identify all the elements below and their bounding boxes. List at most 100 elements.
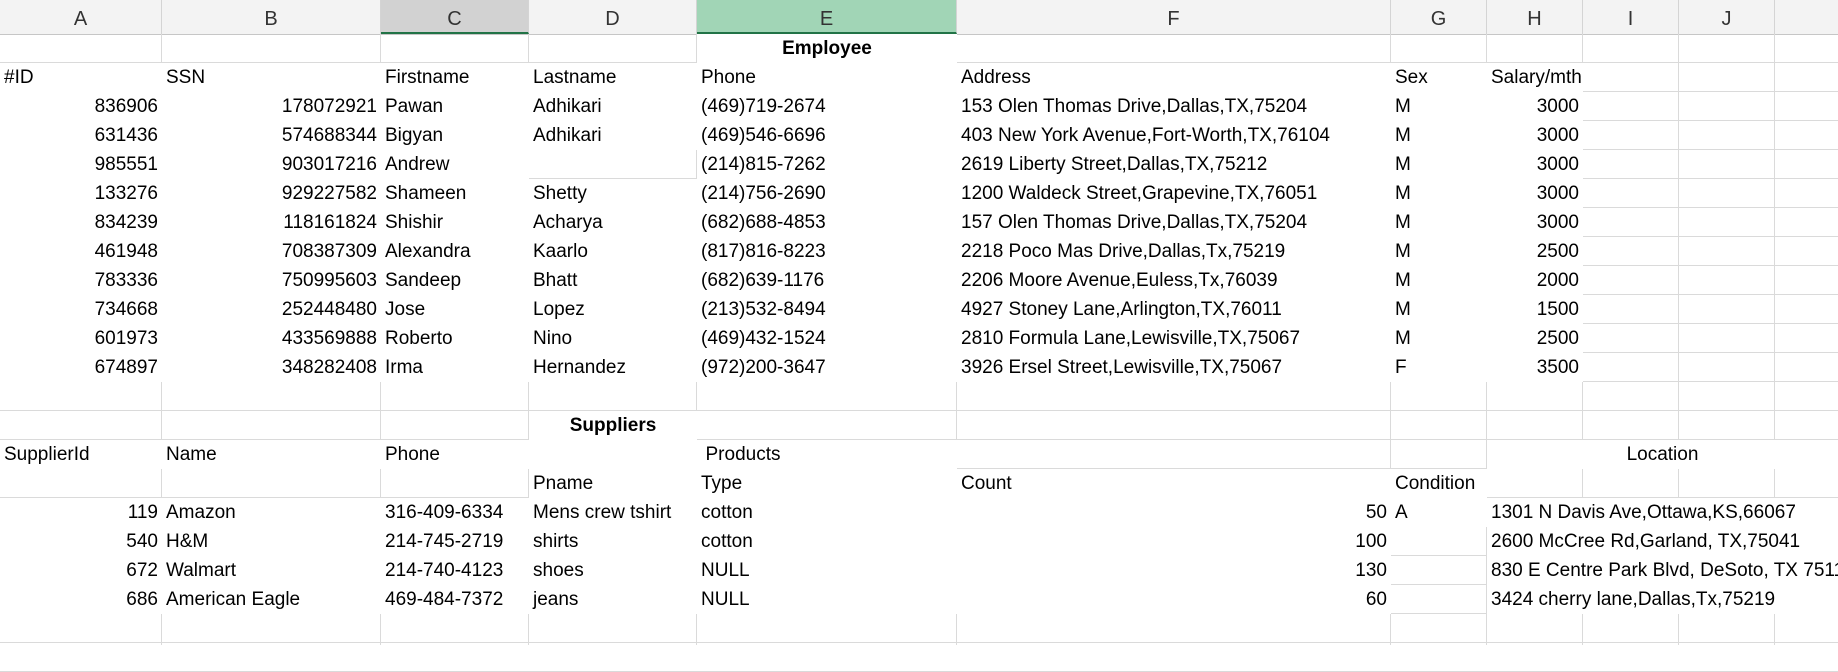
employee-cell-phone[interactable]: (469)432-1524	[697, 324, 957, 353]
employee-cell-address[interactable]: 2619 Liberty Street,Dallas,TX,75212	[957, 150, 1391, 179]
employee-cell-lastname[interactable]: Hernandez	[529, 353, 697, 382]
employee-cell-ssn[interactable]: 708387309	[162, 237, 381, 266]
supplier-header-count[interactable]: Count	[957, 469, 1391, 498]
supplier-header-phone[interactable]: Phone	[381, 440, 529, 469]
employee-cell-firstname[interactable]: Jose	[381, 295, 529, 324]
employee-cell-salary[interactable]: 2500	[1487, 237, 1583, 266]
supplier-header-type[interactable]: Type	[697, 469, 957, 498]
employee-cell-salary[interactable]: 3000	[1487, 208, 1583, 237]
employee-cell-address[interactable]: 2810 Formula Lane,Lewisville,TX,75067	[957, 324, 1391, 353]
employee-cell-salary[interactable]: 3000	[1487, 92, 1583, 121]
employee-cell-id[interactable]: 985551	[0, 150, 162, 179]
employee-cell-address[interactable]: 2218 Poco Mas Drive,Dallas,Tx,75219	[957, 237, 1391, 266]
employee-cell-id[interactable]: 631436	[0, 121, 162, 150]
supplier-cell-pname[interactable]: shirts	[529, 527, 697, 556]
employee-cell-ssn[interactable]: 574688344	[162, 121, 381, 150]
supplier-cell-condition[interactable]: A	[1391, 498, 1487, 527]
supplier-header-products[interactable]: Products	[529, 440, 957, 469]
employee-cell-ssn[interactable]: 750995603	[162, 266, 381, 295]
employee-section-title[interactable]: Employee	[697, 34, 957, 63]
employee-cell-firstname[interactable]: Bigyan	[381, 121, 529, 150]
employee-cell-firstname[interactable]: Shameen	[381, 179, 529, 208]
supplier-header-location[interactable]: Location	[1487, 440, 1838, 469]
employee-cell-address[interactable]: 4927 Stoney Lane,Arlington,TX,76011	[957, 295, 1391, 324]
employee-cell-address[interactable]: 403 New York Avenue,Fort-Worth,TX,76104	[957, 121, 1391, 150]
employee-cell-sex[interactable]: M	[1391, 295, 1487, 324]
employee-header-address[interactable]: Address	[957, 63, 1391, 92]
employee-cell-sex[interactable]: M	[1391, 237, 1487, 266]
supplier-header-condition[interactable]: Condition	[1391, 469, 1487, 498]
employee-cell-address[interactable]: 157 Olen Thomas Drive,Dallas,TX,75204	[957, 208, 1391, 237]
supplier-cell-phone[interactable]: 214-745-2719	[381, 527, 529, 556]
supplier-cell-count[interactable]: 130	[957, 556, 1391, 585]
employee-cell-salary[interactable]: 3000	[1487, 179, 1583, 208]
employee-header-firstname[interactable]: Firstname	[381, 63, 529, 92]
supplier-cell-location[interactable]: 830 E Centre Park Blvd, DeSoto, TX 75115	[1487, 556, 1838, 585]
supplier-cell-id[interactable]: 540	[0, 527, 162, 556]
employee-header-lastname[interactable]: Lastname	[529, 63, 697, 92]
employee-cell-firstname[interactable]: Andrew	[381, 150, 529, 179]
supplier-cell-id[interactable]: 686	[0, 585, 162, 614]
employee-cell-lastname[interactable]: Shetty	[529, 179, 697, 208]
employee-cell-id[interactable]: 836906	[0, 92, 162, 121]
employee-cell-phone[interactable]: (817)816-8223	[697, 237, 957, 266]
employee-cell-lastname[interactable]: Bhatt	[529, 266, 697, 295]
supplier-header-pname[interactable]: Pname	[529, 469, 697, 498]
employee-cell-ssn[interactable]: 903017216	[162, 150, 381, 179]
employee-cell-phone[interactable]: (682)639-1176	[697, 266, 957, 295]
column-header-j[interactable]: J	[1679, 0, 1775, 34]
supplier-cell-type[interactable]: cotton	[697, 498, 957, 527]
employee-cell-ssn[interactable]: 118161824	[162, 208, 381, 237]
employee-cell-id[interactable]: 834239	[0, 208, 162, 237]
employee-cell-firstname[interactable]: Roberto	[381, 324, 529, 353]
spreadsheet-grid[interactable]: ABCDEFGHIJ Employee #ID SSN Firstname Lastna…	[0, 0, 1838, 672]
employee-cell-salary[interactable]: 2000	[1487, 266, 1583, 295]
employee-cell-phone[interactable]: (214)756-2690	[697, 179, 957, 208]
employee-cell-address[interactable]: 153 Olen Thomas Drive,Dallas,TX,75204	[957, 92, 1391, 121]
supplier-cell-count[interactable]: 100	[957, 527, 1391, 556]
supplier-cell-location[interactable]: 3424 cherry lane,Dallas,Tx,75219	[1487, 585, 1838, 614]
employee-cell-phone[interactable]: (682)688-4853	[697, 208, 957, 237]
employee-cell-id[interactable]: 133276	[0, 179, 162, 208]
employee-cell-sex[interactable]: M	[1391, 121, 1487, 150]
supplier-cell-phone[interactable]: 316-409-6334	[381, 498, 529, 527]
employee-cell-ssn[interactable]: 178072921	[162, 92, 381, 121]
employee-cell-id[interactable]: 674897	[0, 353, 162, 382]
employee-cell-sex[interactable]: M	[1391, 92, 1487, 121]
supplier-cell-name[interactable]: Walmart	[162, 556, 381, 585]
employee-cell-phone[interactable]: (469)546-6696	[697, 121, 957, 150]
employee-header-ssn[interactable]: SSN	[162, 63, 381, 92]
employee-cell-phone[interactable]: (469)719-2674	[697, 92, 957, 121]
employee-cell-lastname[interactable]: Nino	[529, 324, 697, 353]
employee-cell-lastname[interactable]: Acharya	[529, 208, 697, 237]
column-header-h[interactable]: H	[1487, 0, 1583, 34]
supplier-cell-location[interactable]: 2600 McCree Rd,Garland, TX,75041	[1487, 527, 1838, 556]
column-header-a[interactable]: A	[0, 0, 162, 34]
employee-cell-sex[interactable]: F	[1391, 353, 1487, 382]
employee-cell-sex[interactable]: M	[1391, 324, 1487, 353]
supplier-cell-pname[interactable]: Mens crew tshirt	[529, 498, 697, 527]
supplier-cell-phone[interactable]: 214-740-4123	[381, 556, 529, 585]
column-header-g[interactable]: G	[1391, 0, 1487, 34]
employee-cell-phone[interactable]: (214)815-7262	[697, 150, 957, 179]
supplier-cell-type[interactable]: cotton	[697, 527, 957, 556]
supplier-cell-phone[interactable]: 469-484-7372	[381, 585, 529, 614]
supplier-cell-type[interactable]: NULL	[697, 556, 957, 585]
employee-cell-salary[interactable]: 3500	[1487, 353, 1583, 382]
employee-cell-phone[interactable]: (213)532-8494	[697, 295, 957, 324]
employee-cell-phone[interactable]: (972)200-3647	[697, 353, 957, 382]
employee-cell-lastname[interactable]: Adhikari	[529, 92, 697, 121]
supplier-cell-type[interactable]: NULL	[697, 585, 957, 614]
supplier-cell-id[interactable]: 119	[0, 498, 162, 527]
column-header-e[interactable]: E	[697, 0, 957, 34]
employee-header-salary[interactable]: Salary/mth	[1487, 63, 1583, 92]
employee-cell-firstname[interactable]: Pawan	[381, 92, 529, 121]
employee-cell-salary[interactable]: 1500	[1487, 295, 1583, 324]
employee-cell-ssn[interactable]: 348282408	[162, 353, 381, 382]
employee-cell-sex[interactable]: M	[1391, 208, 1487, 237]
employee-cell-address[interactable]: 2206 Moore Avenue,Euless,Tx,76039	[957, 266, 1391, 295]
supplier-cell-name[interactable]: Amazon	[162, 498, 381, 527]
column-header-f[interactable]: F	[957, 0, 1391, 34]
employee-header-phone[interactable]: Phone	[697, 63, 957, 92]
column-header-b[interactable]: B	[162, 0, 381, 34]
